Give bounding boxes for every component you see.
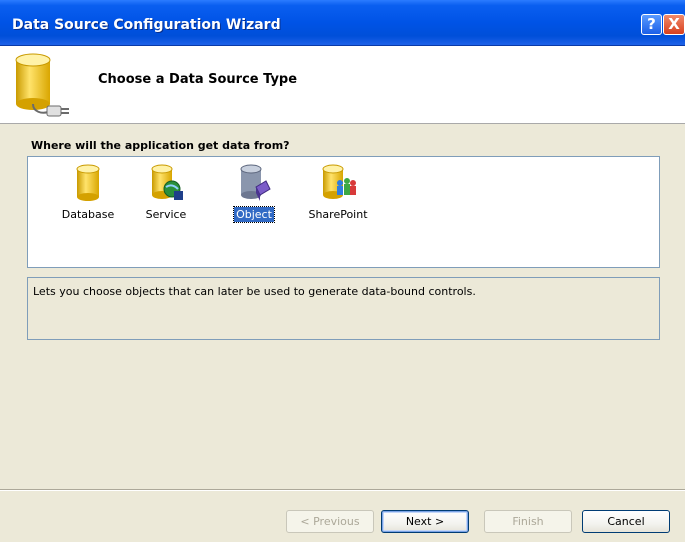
type-label-object: Object <box>233 206 275 223</box>
button-divider <box>0 489 685 491</box>
close-button[interactable]: X <box>663 14 685 35</box>
wizard-header: Choose a Data Source Type <box>0 46 685 124</box>
sharepoint-icon <box>322 164 356 199</box>
help-button[interactable]: ? <box>641 14 662 35</box>
title-bar[interactable]: Data Source Configuration Wizard ? X <box>0 0 685 46</box>
object-icon <box>240 164 271 201</box>
type-label-database: Database <box>61 208 115 221</box>
description-panel: Lets you choose objects that can later b… <box>27 277 660 340</box>
type-label-sharepoint: SharePoint <box>308 208 368 221</box>
finish-button[interactable]: Finish <box>484 510 572 533</box>
data-source-type-list[interactable]: Database Service Object SharePoint <box>27 156 660 268</box>
page-title: Choose a Data Source Type <box>98 72 298 87</box>
wizard-window: Data Source Configuration Wizard ? X Cho… <box>0 0 685 542</box>
previous-button[interactable]: < Previous <box>286 510 374 533</box>
description-text: Lets you choose objects that can later b… <box>33 285 476 298</box>
window-title: Data Source Configuration Wizard <box>12 17 281 33</box>
database-icon <box>76 164 100 201</box>
type-label-service: Service <box>145 208 187 221</box>
service-icon <box>151 164 183 200</box>
cancel-button[interactable]: Cancel <box>582 510 670 533</box>
next-button[interactable]: Next > <box>381 510 469 533</box>
database-plug-icon <box>15 53 69 117</box>
source-prompt-label: Where will the application get data from… <box>31 139 290 152</box>
